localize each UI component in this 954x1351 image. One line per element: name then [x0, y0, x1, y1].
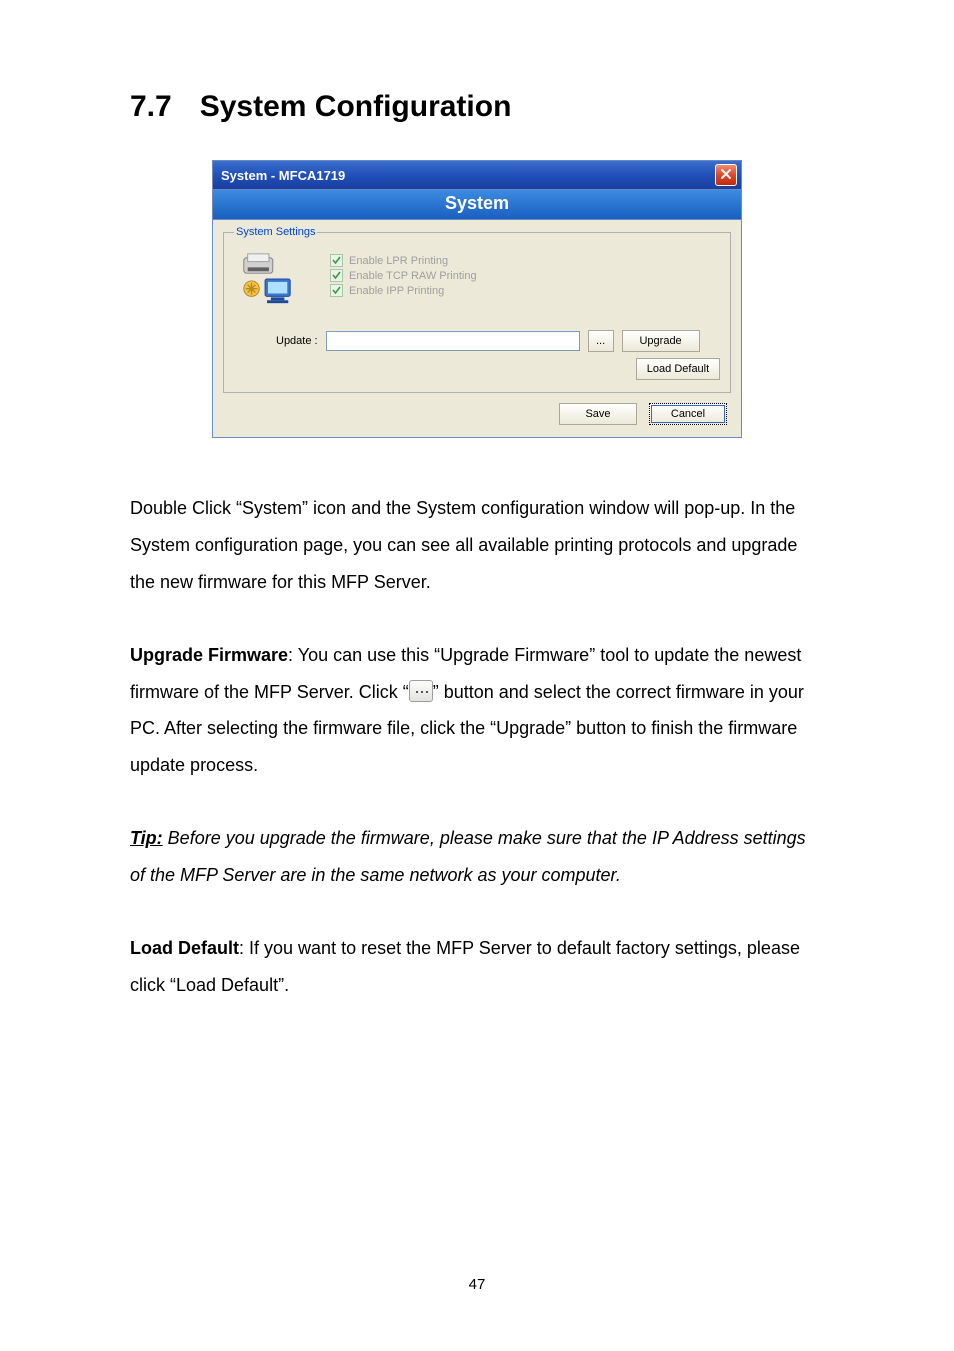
tip-paragraph: Tip: Before you upgrade the firmware, pl…: [130, 820, 824, 894]
upgrade-firmware-paragraph: Upgrade Firmware: You can use this “Upgr…: [130, 637, 824, 785]
upgrade-button[interactable]: Upgrade: [622, 330, 700, 352]
load-default-button[interactable]: Load Default: [636, 358, 720, 380]
checkbox-label: Enable TCP RAW Printing: [349, 270, 477, 282]
update-row: Update : ... Upgrade: [276, 330, 720, 352]
section-title: System Configuration: [200, 90, 512, 123]
intro-paragraph: Double Click “System” icon and the Syste…: [130, 490, 824, 601]
dialog-titlebar: System - MFCA1719: [213, 161, 741, 189]
cancel-button[interactable]: Cancel: [649, 403, 727, 425]
group-legend: System Settings: [234, 226, 317, 238]
system-dialog: System - MFCA1719 System System Settings: [212, 160, 742, 438]
upgrade-firmware-label: Upgrade Firmware: [130, 645, 288, 665]
page-number: 47: [0, 1276, 954, 1293]
dialog-body: System Settings: [213, 220, 741, 437]
update-label: Update :: [276, 335, 318, 347]
checkbox-tcp-raw: Enable TCP RAW Printing: [330, 269, 477, 282]
tip-label: Tip:: [130, 828, 163, 848]
browse-icon: [409, 680, 433, 702]
checkbox-label: Enable IPP Printing: [349, 285, 444, 297]
checkbox-icon[interactable]: [330, 284, 343, 297]
load-default-label: Load Default: [130, 938, 239, 958]
printer-monitor-icon: [238, 250, 296, 308]
dialog-bottom-buttons: Save Cancel: [223, 393, 731, 425]
section-heading: 7.7 System Configuration: [130, 90, 824, 124]
checkbox-list: Enable LPR Printing Enable TCP RAW Print…: [330, 250, 477, 299]
tip-text: Before you upgrade the firmware, please …: [130, 828, 806, 885]
checkbox-icon[interactable]: [330, 269, 343, 282]
close-icon: [720, 168, 732, 183]
update-path-input[interactable]: [326, 331, 580, 351]
dialog-title: System - MFCA1719: [221, 168, 345, 183]
checkbox-lpr: Enable LPR Printing: [330, 254, 477, 267]
checkbox-label: Enable LPR Printing: [349, 255, 448, 267]
dialog-banner: System: [213, 189, 741, 220]
save-button[interactable]: Save: [559, 403, 637, 425]
checkbox-icon[interactable]: [330, 254, 343, 267]
load-default-paragraph: Load Default: If you want to reset the M…: [130, 930, 824, 1004]
checkbox-ipp: Enable IPP Printing: [330, 284, 477, 297]
browse-button[interactable]: ...: [588, 330, 614, 352]
section-number: 7.7: [130, 90, 172, 123]
close-button[interactable]: [715, 164, 737, 186]
system-settings-group: System Settings: [223, 226, 731, 393]
settings-row: Enable LPR Printing Enable TCP RAW Print…: [234, 250, 720, 308]
